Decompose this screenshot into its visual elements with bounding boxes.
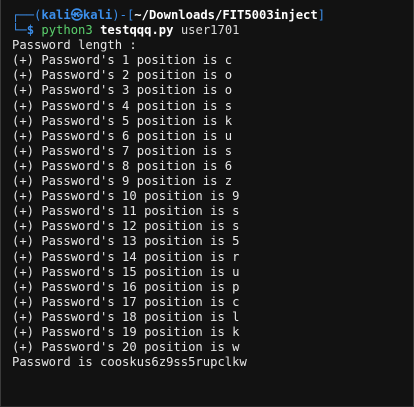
output-line: (+) Password's 20 position is w [12, 340, 240, 355]
prompt-frame-close: ] [317, 8, 326, 22]
prompt-line: ┌──(kali㉿kali)-[~/Downloads/FIT5003injec… [12, 8, 407, 23]
prompt-frame-top: ┌──( [12, 8, 42, 22]
output-line: (+) Password's 4 position is s [12, 98, 233, 113]
output-line: (+) Password's 13 position is 5 [12, 234, 240, 249]
output-line: (+) Password's 10 position is 9 [12, 189, 240, 204]
output-line: (+) Password's 2 position is o [12, 68, 233, 83]
output-line: (+) Password's 5 position is k [12, 113, 233, 128]
prompt-at-symbol: ㉿ [70, 8, 83, 22]
output-line: (+) Password's 19 position is k [12, 324, 240, 339]
prompt-frame-bottom: └─ [12, 23, 27, 38]
output-lines: (+) Password's 1 position is c (+) Passwo… [12, 53, 407, 355]
prompt-separator: )-[ [112, 8, 135, 22]
output-line: (+) Password's 3 position is o [12, 83, 233, 98]
prompt-host: kali [82, 8, 113, 22]
output-line: (+) Password's 14 position is r [12, 249, 240, 264]
prompt-dollar: $ [26, 23, 35, 38]
terminal-window[interactable]: ┌──(kali㉿kali)-[~/Downloads/FIT5003injec… [0, 0, 414, 407]
output-header: Password length : [12, 38, 137, 53]
terminal-output: ┌──(kali㉿kali)-[~/Downloads/FIT5003injec… [12, 8, 407, 370]
output-line: (+) Password's 18 position is l [12, 309, 240, 324]
prompt-user: kali [41, 8, 71, 22]
output-line: (+) Password's 6 position is u [12, 128, 233, 143]
output-line: (+) Password's 11 position is s [12, 204, 240, 219]
command-program: python3 [41, 23, 93, 38]
output-line: (+) Password's 9 position is z [12, 174, 233, 189]
output-line: (+) Password's 17 position is c [12, 294, 240, 309]
command-line: └─$ python3 testqqq.py user1701 [12, 23, 407, 38]
output-line: (+) Password's 16 position is p [12, 279, 240, 294]
output-line: (+) Password's 12 position is s [12, 219, 240, 234]
output-result: Password is cooskus6z9ss5rupclkw [12, 355, 247, 370]
output-line: (+) Password's 7 position is s [12, 143, 233, 158]
command-arg: user1701 [180, 23, 240, 38]
prompt-cwd: ~/Downloads/FIT5003inject [134, 8, 318, 22]
output-line: (+) Password's 8 position is 6 [12, 158, 233, 173]
output-line: (+) Password's 1 position is c [12, 53, 233, 68]
output-line: (+) Password's 15 position is u [12, 264, 240, 279]
command-script: testqqq.py [100, 23, 174, 38]
